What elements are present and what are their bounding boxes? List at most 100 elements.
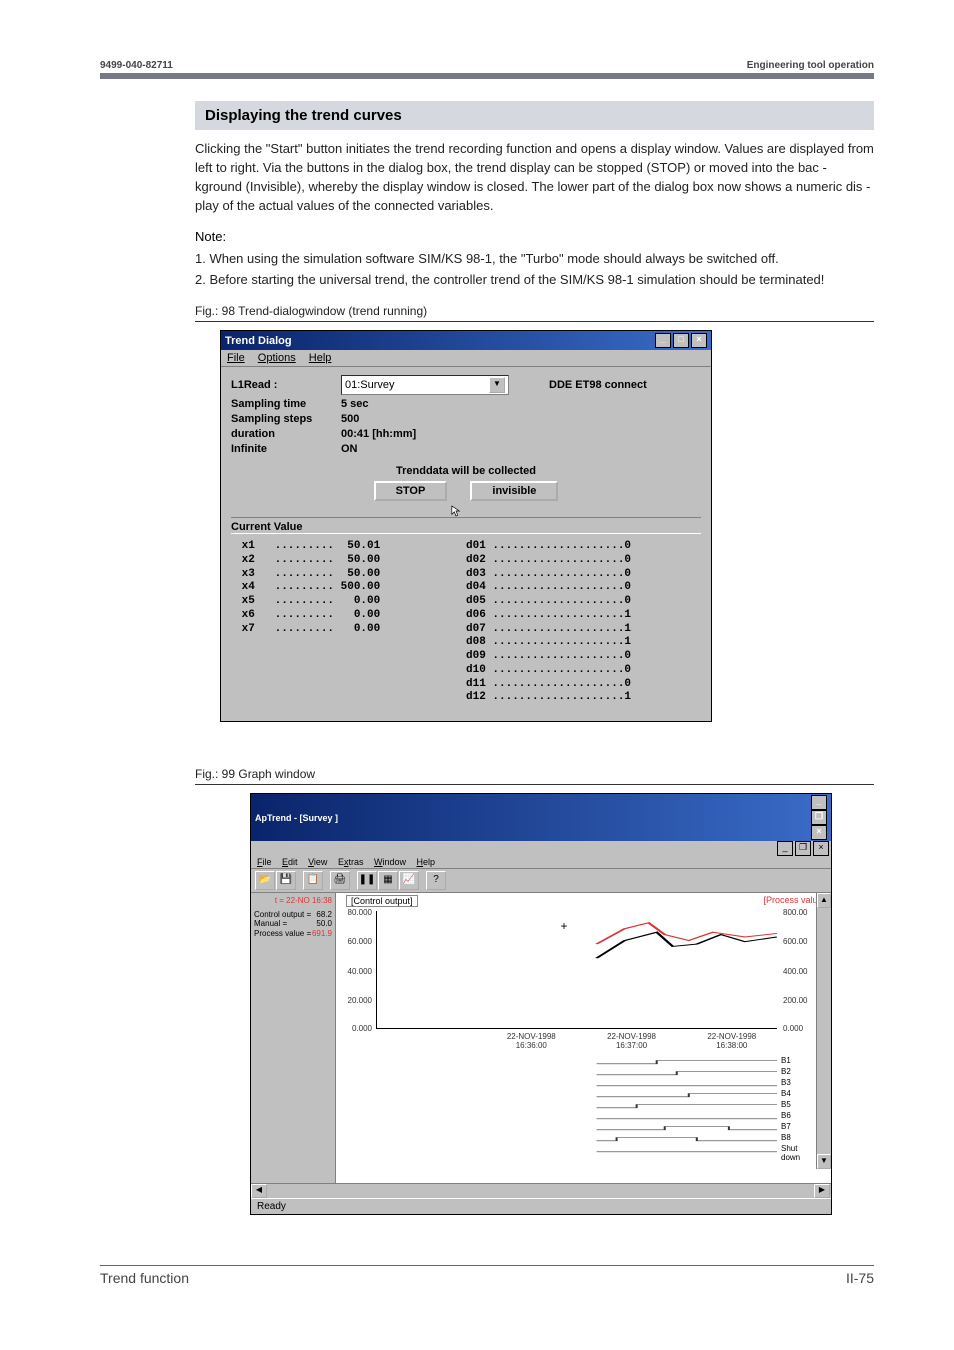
note-label: Note: — [195, 229, 874, 244]
sidebar-reading: Process value =691.9 — [254, 929, 332, 939]
infinite-label: Infinite — [231, 443, 341, 455]
xtick: 22-NOV-199816:38:00 — [697, 1033, 767, 1051]
ytick: 20.000 — [338, 996, 372, 1005]
gmenu-edit[interactable]: Edit — [282, 857, 298, 867]
graph-plot: [Control output] [Process value] + 80.00… — [336, 893, 831, 1183]
graph-title: ApTrend - [Survey ] — [255, 813, 809, 823]
trend-dialog-window: Trend Dialog _ □ × File Options Help L1R… — [220, 330, 712, 722]
stop-button[interactable]: STOP — [374, 481, 448, 501]
curve-svg — [376, 911, 777, 1029]
scroll-up-icon[interactable]: ▲ — [817, 893, 831, 908]
fig98-caption: Fig.: 98 Trend-dialogwindow (trend runni… — [195, 304, 874, 318]
vertical-scrollbar[interactable]: ▲ ▼ — [816, 893, 831, 1169]
digital-track-label: B5 — [781, 1100, 817, 1109]
digital-track-label: B6 — [781, 1111, 817, 1120]
print-icon[interactable]: 🖨 — [330, 871, 350, 890]
ytick: 80.000 — [338, 908, 372, 917]
intro-paragraph: Clicking the "Start" button initiates th… — [195, 140, 874, 215]
sampling-steps-value: 500 — [341, 413, 359, 425]
child-minimize-icon[interactable]: _ — [777, 841, 793, 856]
gmenu-extras[interactable]: Extras — [338, 857, 364, 867]
header-left: 9499-040-82711 — [100, 60, 173, 71]
xtick: 22-NOV-199816:37:00 — [597, 1033, 667, 1051]
l1read-combo[interactable]: 01:Survey ▼ — [341, 375, 509, 395]
close-icon[interactable]: × — [691, 333, 707, 348]
menu-file[interactable]: File — [227, 352, 245, 364]
current-values: x1 ......... 50.01 x2 ......... 50.00 x3… — [231, 534, 701, 711]
sidebar-reading: Control output =68.2 — [254, 910, 332, 920]
save-icon[interactable]: 💾 — [276, 871, 296, 890]
scroll-down-icon[interactable]: ▼ — [817, 1154, 831, 1169]
fig99-caption: Fig.: 99 Graph window — [195, 767, 874, 781]
open-icon[interactable]: 📂 — [255, 871, 275, 890]
graph-sidebar: t = 22-NO 16:38 Control output =68.2Manu… — [251, 893, 336, 1183]
scroll-right-icon[interactable]: ▶ — [814, 1184, 830, 1198]
xtick: 22-NOV-199816:36:00 — [496, 1033, 566, 1051]
l1read-label: L1Read : — [231, 379, 341, 391]
digital-track-label: B4 — [781, 1089, 817, 1098]
child-restore-icon[interactable]: ❐ — [795, 841, 811, 856]
fig99-rule — [195, 784, 874, 785]
trend-collect-note: Trenddata will be collected — [231, 465, 701, 477]
graph-toolbar: 📂 💾 📋 🖨 ❚❚ ▦ 📈 ? — [251, 869, 831, 893]
x-values-column: x1 ......... 50.01 x2 ......... 50.00 x3… — [235, 540, 466, 705]
graph-window: ApTrend - [Survey ] _ ❐ × _ ❐ × File Edi… — [250, 793, 832, 1215]
graph-menubar: File Edit View Extras Window Help — [251, 856, 831, 869]
graph-restore-icon[interactable]: ❐ — [811, 810, 827, 825]
gmenu-view[interactable]: View — [308, 857, 327, 867]
duration-label: duration — [231, 428, 341, 440]
section-heading: Displaying the trend curves — [195, 101, 874, 130]
gmenu-help[interactable]: Help — [417, 857, 436, 867]
invisible-button[interactable]: invisible — [470, 481, 558, 501]
horizontal-scrollbar[interactable]: ◀ ▶ — [251, 1183, 831, 1198]
digital-tracks: B1B2B3B4B5B6B7B8Shut down — [376, 1055, 777, 1165]
infinite-value: ON — [341, 443, 358, 455]
sidebar-reading: Manual =50.0 — [254, 919, 332, 929]
help-icon[interactable]: ? — [426, 871, 446, 890]
copy-icon[interactable]: 📋 — [303, 871, 323, 890]
cursor-icon — [451, 505, 461, 517]
digital-track-label: B1 — [781, 1056, 817, 1065]
footer-rule — [100, 1265, 874, 1266]
sampling-steps-label: Sampling steps — [231, 413, 341, 425]
footer-right: II-75 — [846, 1270, 874, 1286]
digital-track-label: B8 — [781, 1133, 817, 1142]
graph-minimize-icon[interactable]: _ — [811, 795, 827, 810]
digital-track-label: B2 — [781, 1067, 817, 1076]
graph-titlebar[interactable]: ApTrend - [Survey ] _ ❐ × — [251, 794, 831, 841]
grid-icon[interactable]: ▦ — [378, 871, 398, 890]
current-value-label: Current Value — [231, 517, 701, 534]
axis-area: + 80.000 60.000 40.000 20.000 0.000 800.… — [376, 911, 777, 1029]
child-close-icon[interactable]: × — [813, 841, 829, 856]
gmenu-window[interactable]: Window — [374, 857, 406, 867]
gmenu-file[interactable]: File — [257, 857, 272, 867]
sidebar-time: t = 22-NO 16:38 — [254, 896, 332, 906]
l1read-value: 01:Survey — [345, 379, 395, 391]
trend-dialog-menubar: File Options Help — [221, 350, 711, 367]
d-values-column: d01 ....................0 d02 ..........… — [466, 540, 697, 705]
header-right: Engineering tool operation — [747, 60, 874, 71]
scroll-left-icon[interactable]: ◀ — [251, 1184, 267, 1198]
menu-help[interactable]: Help — [309, 352, 332, 364]
digital-track-label: Shut down — [781, 1144, 817, 1162]
header-rule — [100, 73, 874, 79]
minimize-icon[interactable]: _ — [655, 333, 671, 348]
menu-options[interactable]: Options — [258, 352, 296, 364]
note-1: 1. When using the simulation software SI… — [195, 250, 874, 269]
dde-status: DDE ET98 connect — [549, 379, 647, 391]
plot-top-left-label: [Control output] — [346, 895, 418, 907]
chart-icon[interactable]: 📈 — [399, 871, 419, 890]
maximize-icon[interactable]: □ — [673, 333, 689, 348]
ytick: 40.000 — [338, 967, 372, 976]
trend-dialog-title: Trend Dialog — [225, 335, 653, 347]
chevron-down-icon[interactable]: ▼ — [489, 377, 505, 393]
sampling-time-value: 5 sec — [341, 398, 369, 410]
digital-track-label: B3 — [781, 1078, 817, 1087]
ytick: 0.000 — [338, 1024, 372, 1033]
footer-left: Trend function — [100, 1270, 189, 1286]
duration-value: 00:41 [hh:mm] — [341, 428, 416, 440]
trend-dialog-titlebar[interactable]: Trend Dialog _ □ × — [221, 331, 711, 350]
pause-icon[interactable]: ❚❚ — [357, 871, 377, 890]
fig98-rule — [195, 321, 874, 322]
graph-close-icon[interactable]: × — [811, 825, 827, 840]
